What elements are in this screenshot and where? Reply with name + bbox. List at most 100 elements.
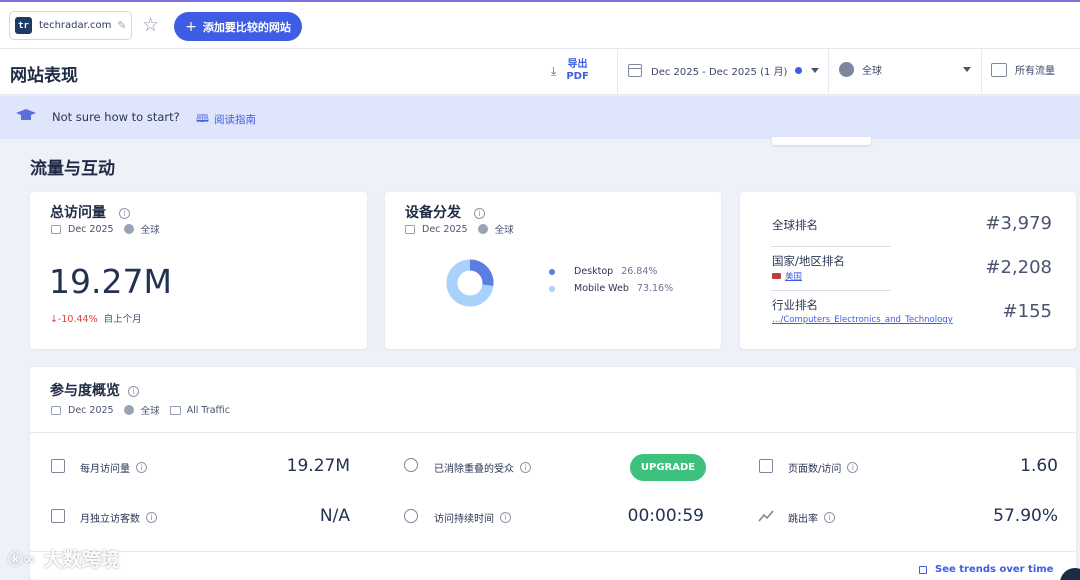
desktop-label: Desktop [574,266,614,277]
change-sub: 自上个月 [103,314,142,325]
mobile-dot [549,285,555,292]
calendar-icon [51,459,65,473]
industry-rank-value: #155 [1002,301,1052,322]
info-icon[interactable]: i [847,462,859,473]
date-range-label: Dec 2025 - Dec 2025 (1 月) [651,67,788,78]
engagement-divider [30,432,1075,433]
industry-link[interactable]: …/Computers_Electronics_and_Technology [772,315,953,325]
period-label: Dec 2025 [68,223,114,235]
book-icon: 🕮 [196,112,209,125]
watermark-logo: ⓚ∞ [8,550,36,568]
read-guide-label: 阅读指南 [213,114,256,126]
dedup-audience-text: 已消除重叠的受众 [434,464,514,475]
info-icon[interactable]: i [473,207,485,219]
date-range-dropdown[interactable]: Dec 2025 - Dec 2025 (1 月) [628,63,820,78]
globe-icon [839,62,854,77]
total-visits-value: 19.27M [49,262,172,301]
calendar-icon [51,224,61,234]
card-title: 总访问量 i [50,202,130,222]
bounce-rate-label: 跳出率 i [788,510,835,525]
card-meta: Dec 2025 全球 [51,222,160,236]
info-icon[interactable]: i [146,512,157,523]
industry-rank-label: 行业排名 [772,298,818,312]
desktop-pct: 26.84% [621,266,658,277]
export-label: 导出 PDF [566,59,588,83]
pages-icon [759,459,773,473]
traffic-icon [169,405,181,415]
export-pdf-button[interactable]: ⤓ 导出 PDF [551,59,589,83]
device-distribution-card: 设备分发 i Dec 2025 全球 Desktop 26.84% Mobile… [385,192,721,349]
site-chip[interactable]: tr techradar.com ✎ [9,11,132,40]
bounce-rate-icon [758,510,774,522]
chevron-down-icon [811,68,820,73]
export-label-line1: 导出 [567,59,588,70]
geo-dropdown[interactable]: 全球 [839,62,971,77]
download-icon: ⤓ [551,63,557,78]
divider [828,49,829,95]
chevron-down-icon [963,67,971,72]
monthly-visits-text: 每月访问量 [80,464,130,475]
timer-icon [404,509,418,523]
device-title: 设备分发 [405,205,461,221]
site-name: techradar.com [39,20,112,31]
add-compare-button[interactable]: + 添加要比较的网站 [174,12,302,41]
country-rank-value: #2,208 [985,257,1052,278]
audience-icon [404,458,418,472]
traffic-dropdown[interactable]: 所有流量 [991,62,1055,77]
watermark-text: 大数跨境 [43,549,120,571]
dedup-audience-label: 已消除重叠的受众 i [434,460,531,475]
export-label-line2: PDF [566,71,589,82]
page-title: 网站表现 [10,66,78,86]
legend-desktop: Desktop 26.84% [549,266,657,277]
legend-mobile: Mobile Web 73.16% [549,283,673,294]
visit-duration-text: 访问持续时间 [434,514,494,525]
global-rank-label: 全球排名 [772,218,818,232]
calendar-icon [51,405,61,415]
help-banner: Not sure how to start? 🕮 阅读指南 [0,96,1080,139]
site-logo: tr [15,17,32,34]
info-icon[interactable]: i [118,207,130,219]
pages-per-visit-text: 页面数/访问 [788,464,842,475]
globe-icon [123,405,134,415]
see-trends-label: See trends over time [935,564,1054,575]
banner-text: Not sure how to start? [52,110,180,124]
info-icon[interactable]: i [520,462,531,473]
star-icon[interactable]: ☆ [142,13,159,37]
geo-label: 全球 [494,225,514,236]
add-compare-label: 添加要比较的网站 [202,20,291,34]
traffic-icon [991,62,1007,77]
read-guide-link[interactable]: 🕮 阅读指南 [196,110,256,129]
info-icon[interactable]: i [127,385,139,397]
see-trends-link[interactable]: See trends over time [919,564,1053,575]
upgrade-button[interactable]: UPGRADE [630,454,706,481]
mobile-label: Mobile Web [574,283,629,294]
monthly-visits-label: 每月访问量 i [80,460,147,475]
us-flag-icon [772,273,781,279]
info-icon[interactable]: i [824,512,835,523]
country-rank-label: 国家/地区排名 [772,254,845,268]
bounce-rate-text: 跳出率 [788,514,818,525]
info-icon[interactable]: i [500,512,511,523]
rank-divider [771,246,891,247]
info-icon[interactable]: i [136,462,147,473]
floating-tab [772,137,871,145]
section-title: 流量与互动 [30,159,115,179]
unique-visitors-value: N/A [319,506,350,526]
divider [617,49,618,95]
visits-change: ↓-10.44% 自上个月 [50,311,142,325]
global-rank-value: #3,979 [985,213,1052,234]
edit-icon[interactable]: ✎ [117,19,126,32]
country-link[interactable]: 美国 [772,270,802,282]
traffic-label: 所有流量 [1015,66,1055,77]
unique-visitors-text: 月独立访客数 [80,514,140,525]
pages-per-visit-label: 页面数/访问 i [788,460,859,475]
mobile-pct: 73.16% [636,283,674,294]
monthly-visits-value: 19.27M [286,456,350,476]
watermark: ⓚ∞ 大数跨境 [8,545,120,572]
calendar-icon [405,224,415,234]
total-visits-title: 总访问量 [50,205,106,221]
geo-label: 全球 [140,225,160,236]
divider [981,49,982,95]
rank-divider [771,290,891,291]
engagement-divider [30,551,1075,552]
